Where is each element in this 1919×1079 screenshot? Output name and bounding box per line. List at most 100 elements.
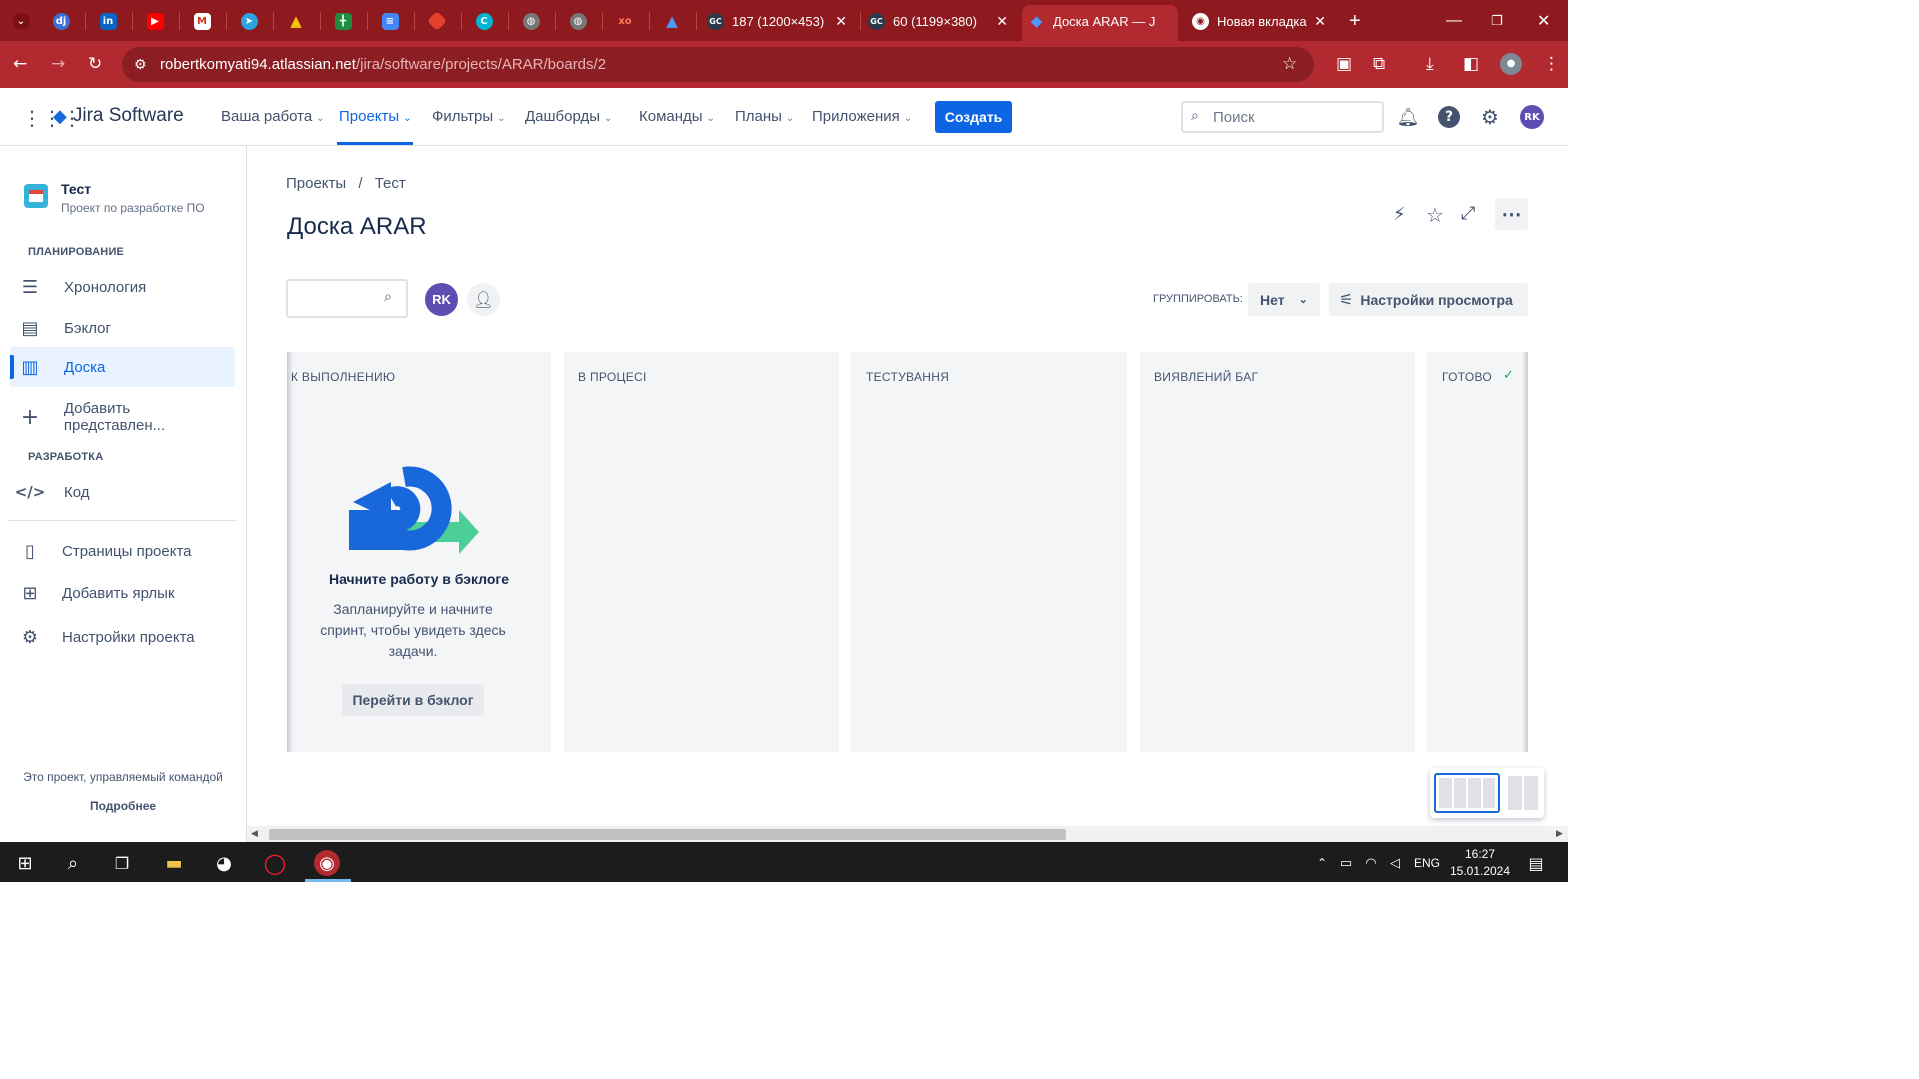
pinned-tab[interactable]: ◍ <box>519 6 543 36</box>
opera-icon[interactable]: ◯ <box>262 850 288 876</box>
close-icon[interactable]: ✕ <box>1314 13 1326 30</box>
pinned-tab[interactable]: in <box>96 6 120 36</box>
download-icon[interactable]: ⤓ <box>1426 53 1434 75</box>
more-actions-button[interactable]: ⋯ <box>1495 198 1528 230</box>
help-icon[interactable]: ? <box>1438 106 1460 128</box>
site-info-icon[interactable]: ⚙ <box>134 54 147 76</box>
nav-apps[interactable]: Приложения ⌄ <box>812 108 912 125</box>
new-tab-button[interactable]: + <box>1349 6 1361 36</box>
sidebar-item-timeline[interactable]: ☰ Хронология <box>10 267 235 307</box>
jira-logo[interactable]: ◆ Jira Software <box>53 105 184 127</box>
pinned-tab[interactable]: dj <box>49 6 73 36</box>
volume-icon[interactable]: ◁ <box>1382 850 1408 876</box>
language-indicator[interactable]: ENG <box>1414 856 1440 870</box>
pinned-tab[interactable]: ▲ <box>284 6 308 36</box>
automation-lightning-icon[interactable]: ⚡︎ <box>1393 204 1406 225</box>
tab-search-button[interactable]: ⌄ <box>9 6 33 36</box>
active-app-indicator <box>305 879 351 882</box>
page-extension-icon[interactable]: ▣ <box>1336 53 1352 75</box>
tab-image-60[interactable]: GC 60 (1199×380) ✕ <box>864 6 1018 36</box>
wifi-icon[interactable]: ◠ <box>1358 850 1384 876</box>
windows-start-icon[interactable]: ⊞ <box>12 850 38 876</box>
back-icon[interactable]: ← <box>13 53 27 75</box>
sidebar-item-code[interactable]: </> Код <box>10 472 235 512</box>
scroll-shadow <box>287 352 293 752</box>
sidebar-item-board[interactable]: ▥ Доска <box>10 347 235 387</box>
battery-icon[interactable]: ▭ <box>1333 850 1359 876</box>
docs-icon: ≡ <box>381 12 399 30</box>
done-check-icon: ✓ <box>1503 368 1514 383</box>
nav-plans[interactable]: Планы ⌄ <box>735 108 794 125</box>
scroll-right-arrow-icon[interactable]: ▶ <box>1556 828 1563 839</box>
tab-image-187[interactable]: GC 187 (1200×453) ✕ <box>703 6 857 36</box>
pinned-tab[interactable]: ◍ <box>566 6 590 36</box>
file-explorer-icon[interactable]: ▬ <box>161 850 187 876</box>
steam-icon[interactable]: ◕ <box>211 850 237 876</box>
group-by-select[interactable]: Нет ⌄ <box>1248 283 1320 316</box>
scrollbar-thumb[interactable] <box>269 829 1066 840</box>
pinned-tab[interactable]: xo <box>613 6 637 36</box>
forward-icon[interactable]: → <box>51 53 65 75</box>
close-icon[interactable]: ✕ <box>835 13 847 30</box>
user-avatar[interactable]: RK <box>1520 105 1544 129</box>
menu-kebab-icon[interactable]: ⋮ <box>1543 53 1560 75</box>
restore-button[interactable]: ❐ <box>1491 6 1503 36</box>
horizontal-scrollbar[interactable]: ◀ ▶ <box>247 826 1568 842</box>
nav-dashboards[interactable]: Дашборды ⌄ <box>525 108 612 125</box>
clock[interactable]: 16:27 15.01.2024 <box>1448 846 1512 880</box>
board-search-input[interactable]: ⌕ <box>286 279 408 318</box>
expand-icon[interactable]: ⤢ <box>1461 203 1475 224</box>
sidebar-item-project-pages[interactable]: ▯ Страницы проекта <box>10 531 235 571</box>
chrome-icon[interactable]: ◉ <box>314 850 340 876</box>
task-view-icon[interactable]: ❐ <box>109 850 135 876</box>
tab-new-tab[interactable]: ◉ Новая вкладка ✕ <box>1186 6 1336 36</box>
pinned-tab[interactable]: ➤ <box>237 6 261 36</box>
close-icon[interactable]: ✕ <box>996 13 1008 30</box>
notification-center-icon[interactable]: ▤ <box>1523 850 1549 876</box>
sidebar-item-add-view[interactable]: + Добавить представлен... <box>10 397 235 437</box>
create-button[interactable]: Создать <box>935 101 1012 133</box>
breadcrumb-project[interactable]: Тест <box>375 175 406 192</box>
project-name[interactable]: Тест <box>61 181 91 197</box>
tab-jira-board-active[interactable]: ◆ Доска ARAR — J <box>1022 5 1178 41</box>
pinned-tab[interactable]: ╋ <box>331 6 355 36</box>
tray-chevron-up-icon[interactable]: ⌃ <box>1309 850 1335 876</box>
nav-your-work[interactable]: Ваша работа ⌄ <box>221 108 325 125</box>
board-minimap[interactable] <box>1430 768 1544 818</box>
minimize-button[interactable]: — <box>1446 6 1462 36</box>
pinned-tab[interactable]: ▶ <box>143 6 167 36</box>
view-settings-button[interactable]: ⚟ Настройки просмотра <box>1329 283 1528 316</box>
search-icon[interactable]: ⌕ <box>60 850 86 876</box>
side-panel-icon[interactable]: ◧ <box>1463 53 1479 75</box>
settings-gear-icon[interactable]: ⚙ <box>1479 105 1501 129</box>
profile-avatar[interactable]: ● <box>1500 53 1522 75</box>
bookmark-star-icon[interactable]: ☆ <box>1282 53 1297 75</box>
nav-filters[interactable]: Фильтры ⌄ <box>432 108 506 125</box>
breadcrumb-projects[interactable]: Проекты <box>286 175 346 192</box>
pinned-tab[interactable]: C <box>472 6 496 36</box>
sidebar-item-add-shortcut[interactable]: ⊞ Добавить ярлык <box>10 573 235 613</box>
extensions-icon[interactable]: ⧉ <box>1373 53 1385 75</box>
scroll-left-arrow-icon[interactable]: ◀ <box>251 828 258 839</box>
pinned-tab[interactable]: ≡ <box>378 6 402 36</box>
pinned-tab[interactable]: M <box>190 6 214 36</box>
go-to-backlog-button[interactable]: Перейти в бэклог <box>342 684 484 716</box>
nav-teams[interactable]: Команды ⌄ <box>639 108 715 125</box>
reload-icon[interactable]: ↻ <box>88 53 102 75</box>
sidebar-item-project-settings[interactable]: ⚙ Настройки проекта <box>10 617 235 657</box>
add-shortcut-icon: ⊞ <box>22 582 38 604</box>
pinned-tab[interactable]: ▲ <box>660 6 684 36</box>
minimap-viewport[interactable] <box>1434 773 1500 813</box>
learn-more-link[interactable]: Подробнее <box>0 799 246 813</box>
nav-projects[interactable]: Проекты ⌄ <box>339 108 412 125</box>
notifications-bell-icon[interactable]: 🔔︎ <box>1397 106 1420 128</box>
pinned-tab[interactable] <box>425 6 449 36</box>
assignee-avatar-filter[interactable]: RK <box>425 283 458 316</box>
star-icon[interactable]: ☆ <box>1426 203 1444 227</box>
search-input[interactable]: ⌕ Поиск <box>1181 101 1384 133</box>
address-bar[interactable]: ⚙ robertkomyati94.atlassian.net/jira/sof… <box>122 47 1314 82</box>
add-people-icon[interactable]: 👤︎ <box>467 283 500 316</box>
sidebar-item-backlog[interactable]: ▤ Бэклог <box>10 308 235 348</box>
project-avatar[interactable] <box>24 184 48 208</box>
close-window-button[interactable]: ✕ <box>1537 6 1550 36</box>
